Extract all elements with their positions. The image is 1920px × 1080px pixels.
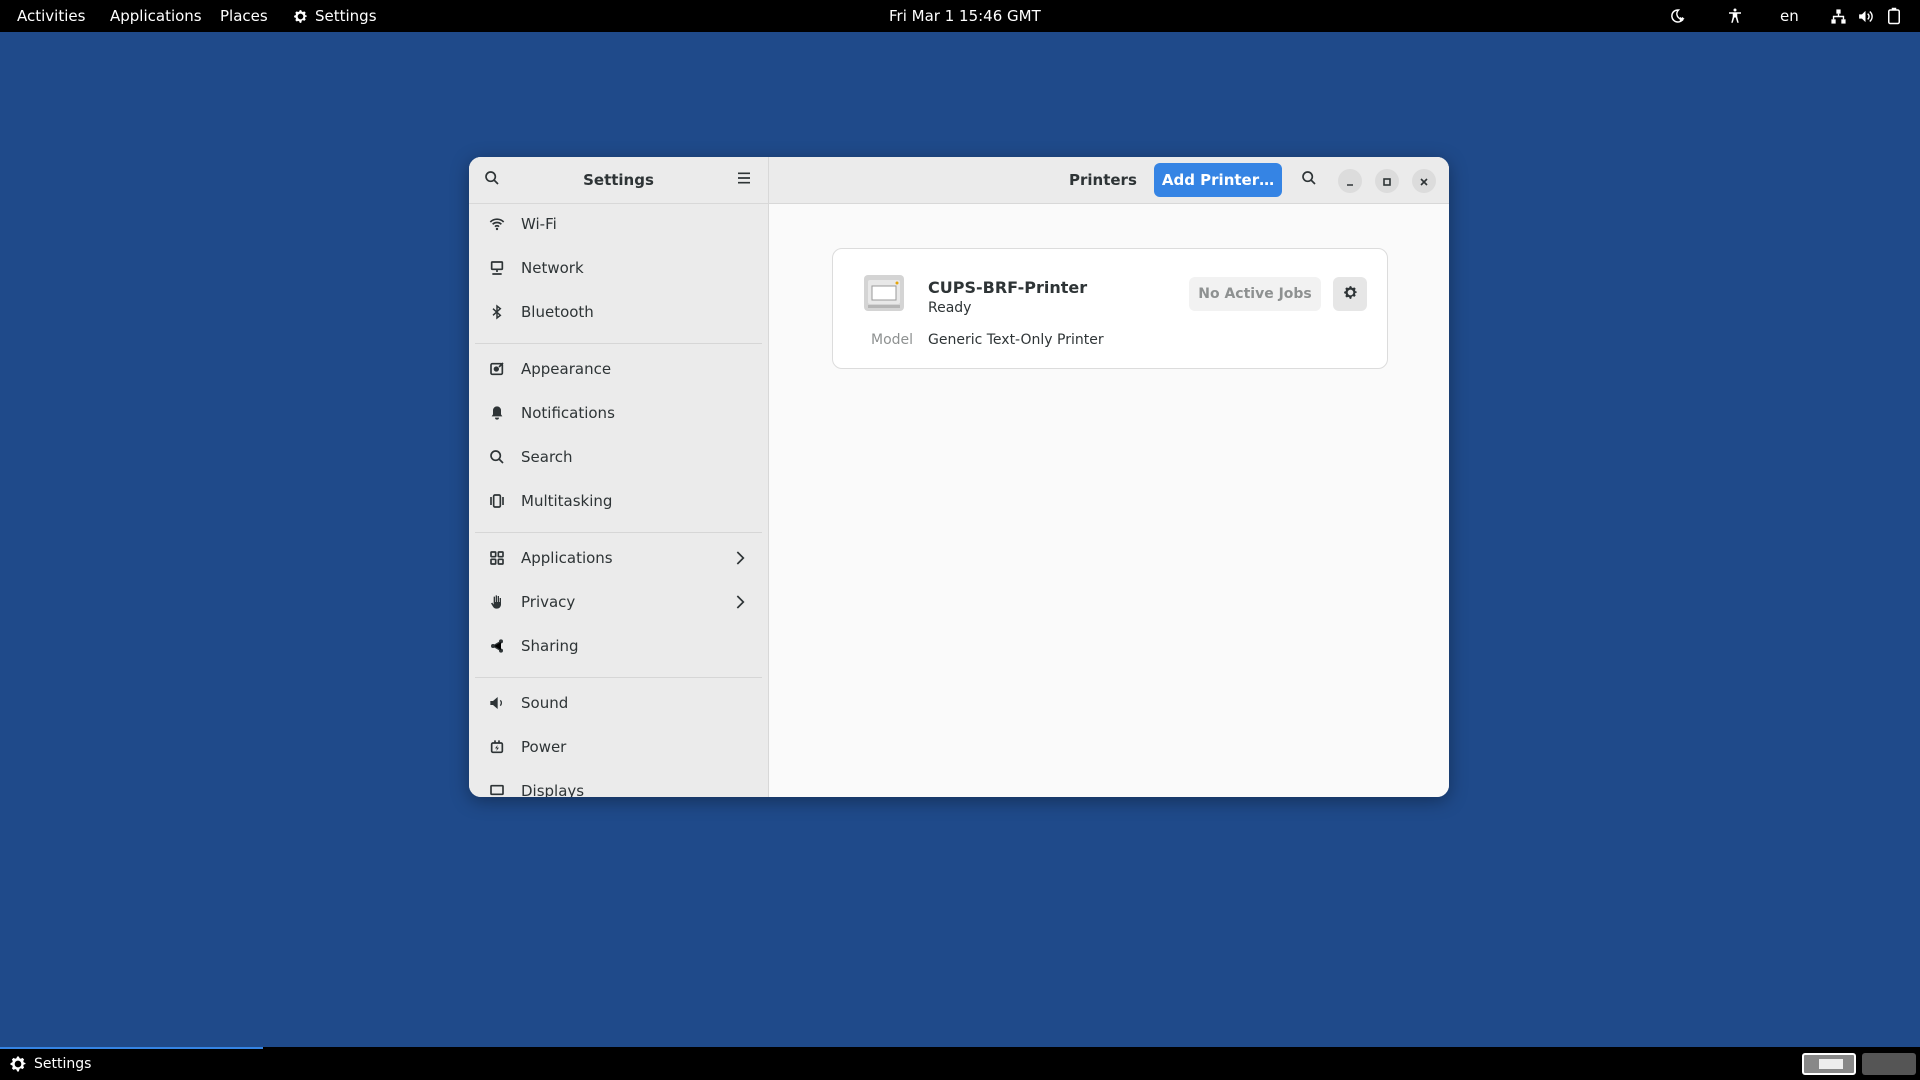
taskbar-item-label: Settings: [34, 1055, 92, 1072]
sidebar-item-label: Appearance: [521, 360, 612, 378]
sidebar-item-wifi[interactable]: Wi-Fi: [475, 204, 762, 244]
keyboard-layout-indicator[interactable]: en: [1780, 0, 1799, 32]
night-light-icon[interactable]: [1668, 0, 1686, 32]
sidebar-separator: [475, 343, 762, 344]
sidebar-item-privacy[interactable]: Privacy: [475, 582, 762, 622]
hand-icon: [487, 592, 507, 612]
sidebar-item-label: Power: [521, 738, 567, 756]
sidebar: Settings Wi-Fi Network Bluetooth Appeara…: [469, 157, 769, 797]
main-menu-button[interactable]: [727, 163, 761, 197]
chevron-right-icon: [732, 550, 748, 566]
sidebar-item-appearance[interactable]: Appearance: [475, 349, 762, 389]
printer-card: CUPS-BRF-Printer Ready No Active Jobs Mo…: [832, 248, 1388, 369]
sidebar-separator: [475, 677, 762, 678]
workspace-1[interactable]: [1802, 1053, 1856, 1075]
gear-icon: [292, 8, 309, 25]
sidebar-item-notifications[interactable]: Notifications: [475, 393, 762, 433]
sidebar-item-sharing[interactable]: Sharing: [475, 626, 762, 666]
close-button[interactable]: [1412, 169, 1436, 193]
page-title: Printers: [1069, 171, 1137, 189]
sidebar-item-multitasking[interactable]: Multitasking: [475, 481, 762, 521]
taskbar-item-settings[interactable]: Settings: [0, 1047, 263, 1080]
sidebar-separator: [475, 532, 762, 533]
printer-search-button[interactable]: [1292, 163, 1326, 197]
printer-settings-button[interactable]: [1333, 277, 1367, 311]
sidebar-item-label: Search: [521, 448, 573, 466]
sidebar-item-power[interactable]: Power: [475, 727, 762, 767]
sidebar-item-label: Notifications: [521, 404, 615, 422]
maximize-button[interactable]: [1375, 169, 1399, 193]
sidebar-item-network[interactable]: Network: [475, 248, 762, 288]
places-label: Places: [220, 7, 268, 25]
active-jobs-button[interactable]: No Active Jobs: [1189, 277, 1321, 311]
workspace-2[interactable]: [1862, 1053, 1916, 1075]
places-menu[interactable]: Places: [220, 0, 268, 32]
power-icon: [487, 737, 507, 757]
share-icon: [487, 636, 507, 656]
sidebar-item-label: Network: [521, 259, 584, 277]
sidebar-header: Settings: [469, 157, 768, 204]
display-icon: [487, 781, 507, 797]
sidebar-title: Settings: [583, 171, 654, 189]
clock-label: Fri Mar 1 15:46 GMT: [889, 7, 1041, 25]
printers-panel: Printers Add Printer… CUPS-BRF-Printer R…: [769, 157, 1449, 797]
volume-icon[interactable]: [1857, 0, 1874, 32]
sidebar-item-sound[interactable]: Sound: [475, 683, 762, 723]
model-label: Model: [871, 332, 914, 348]
sidebar-item-label: Multitasking: [521, 492, 613, 510]
content-header: Printers Add Printer…: [769, 157, 1449, 204]
add-printer-button[interactable]: Add Printer…: [1154, 163, 1282, 197]
sidebar-item-label: Wi-Fi: [521, 215, 557, 233]
workspace-window-thumb: [1819, 1059, 1843, 1069]
minimize-button[interactable]: [1338, 169, 1362, 193]
search-icon: [487, 447, 507, 467]
gear-icon: [1342, 284, 1359, 305]
sidebar-item-bluetooth[interactable]: Bluetooth: [475, 292, 762, 332]
bluetooth-icon: [487, 302, 507, 322]
activities-label: Activities: [17, 7, 86, 25]
printer-icon: [863, 272, 905, 314]
multitasking-icon: [487, 491, 507, 511]
hamburger-icon: [736, 170, 752, 190]
accessibility-icon[interactable]: [1726, 0, 1744, 32]
sidebar-item-label: Sharing: [521, 637, 579, 655]
search-icon: [1301, 170, 1317, 190]
sidebar-item-label: Privacy: [521, 593, 576, 611]
activities-button[interactable]: Activities: [17, 0, 85, 32]
sidebar-item-label: Applications: [521, 549, 613, 567]
model-value: Generic Text-Only Printer: [928, 332, 1104, 348]
applications-menu[interactable]: Applications: [110, 0, 202, 32]
maximize-icon: [1382, 172, 1392, 191]
wifi-icon: [487, 214, 507, 234]
close-icon: [1419, 172, 1429, 191]
clock[interactable]: Fri Mar 1 15:46 GMT: [889, 0, 1041, 32]
sidebar-item-applications[interactable]: Applications: [475, 538, 762, 578]
sidebar-item-label: Bluetooth: [521, 303, 594, 321]
top-bar: Activities Applications Places Settings …: [0, 0, 1920, 32]
sidebar-item-search[interactable]: Search: [475, 437, 762, 477]
printer-name: CUPS-BRF-Printer: [928, 278, 1088, 297]
minimize-icon: [1345, 172, 1355, 191]
sidebar-item-label: Sound: [521, 694, 569, 712]
network-icon: [487, 258, 507, 278]
sidebar-item-displays[interactable]: Displays: [475, 771, 762, 797]
speaker-icon: [487, 693, 507, 713]
appearance-icon: [487, 359, 507, 379]
bell-icon: [487, 403, 507, 423]
sidebar-item-label: Displays: [521, 782, 585, 797]
gear-icon: [8, 1054, 28, 1074]
printer-status: Ready: [928, 300, 972, 316]
applications-label: Applications: [110, 7, 202, 25]
network-icon[interactable]: [1830, 0, 1847, 32]
app-menu-settings[interactable]: Settings: [292, 0, 377, 32]
lang-label: en: [1780, 7, 1799, 25]
chevron-right-icon: [732, 594, 748, 610]
battery-icon[interactable]: [1886, 0, 1902, 32]
app-menu-label: Settings: [315, 7, 377, 25]
settings-window: Settings Wi-Fi Network Bluetooth Appeara…: [469, 157, 1449, 797]
bottom-taskbar: Settings: [0, 1047, 1920, 1080]
apps-grid-icon: [487, 548, 507, 568]
